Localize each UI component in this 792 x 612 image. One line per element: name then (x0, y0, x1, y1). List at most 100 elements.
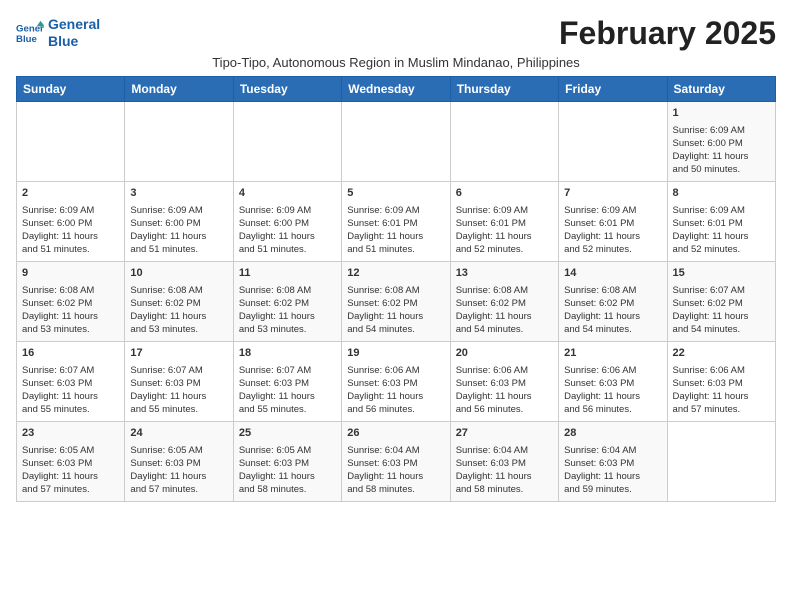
calendar-cell: 15Sunrise: 6:07 AMSunset: 6:02 PMDayligh… (667, 262, 775, 342)
day-info-line: Sunrise: 6:08 AM (239, 284, 336, 297)
day-info-line: and 51 minutes. (22, 243, 119, 256)
calendar-cell: 24Sunrise: 6:05 AMSunset: 6:03 PMDayligh… (125, 422, 233, 502)
day-number: 23 (22, 426, 119, 441)
day-info-line: Sunset: 6:03 PM (456, 457, 553, 470)
day-info-line: and 54 minutes. (564, 323, 661, 336)
day-number: 7 (564, 186, 661, 201)
day-info-line: Daylight: 11 hours (673, 390, 770, 403)
day-number: 16 (22, 346, 119, 361)
day-info-line: Sunset: 6:03 PM (22, 377, 119, 390)
day-info-line: Daylight: 11 hours (456, 390, 553, 403)
day-info-line: Sunset: 6:03 PM (347, 377, 444, 390)
day-info-line: Sunrise: 6:06 AM (673, 364, 770, 377)
header-row: SundayMondayTuesdayWednesdayThursdayFrid… (17, 77, 776, 102)
calendar-cell: 5Sunrise: 6:09 AMSunset: 6:01 PMDaylight… (342, 182, 450, 262)
day-info-line: Daylight: 11 hours (673, 150, 770, 163)
calendar-cell: 19Sunrise: 6:06 AMSunset: 6:03 PMDayligh… (342, 342, 450, 422)
day-info-line: Sunrise: 6:08 AM (22, 284, 119, 297)
day-number: 1 (673, 106, 770, 121)
day-header-saturday: Saturday (667, 77, 775, 102)
week-row-4: 16Sunrise: 6:07 AMSunset: 6:03 PMDayligh… (17, 342, 776, 422)
day-info-line: and 58 minutes. (239, 483, 336, 496)
day-number: 4 (239, 186, 336, 201)
calendar-header: SundayMondayTuesdayWednesdayThursdayFrid… (17, 77, 776, 102)
day-info-line: and 53 minutes. (130, 323, 227, 336)
day-header-sunday: Sunday (17, 77, 125, 102)
day-info-line: Sunset: 6:02 PM (239, 297, 336, 310)
day-info-line: and 53 minutes. (239, 323, 336, 336)
calendar-cell: 8Sunrise: 6:09 AMSunset: 6:01 PMDaylight… (667, 182, 775, 262)
day-info-line: and 54 minutes. (347, 323, 444, 336)
day-info-line: Sunset: 6:03 PM (564, 457, 661, 470)
day-info-line: Sunset: 6:02 PM (564, 297, 661, 310)
day-info-line: Daylight: 11 hours (673, 230, 770, 243)
day-info-line: Sunset: 6:03 PM (22, 457, 119, 470)
day-info-line: Daylight: 11 hours (239, 230, 336, 243)
day-info-line: Sunset: 6:03 PM (130, 457, 227, 470)
day-info-line: and 57 minutes. (130, 483, 227, 496)
day-info-line: Sunrise: 6:05 AM (130, 444, 227, 457)
day-number: 24 (130, 426, 227, 441)
day-number: 3 (130, 186, 227, 201)
calendar-cell: 26Sunrise: 6:04 AMSunset: 6:03 PMDayligh… (342, 422, 450, 502)
calendar-cell: 20Sunrise: 6:06 AMSunset: 6:03 PMDayligh… (450, 342, 558, 422)
day-info-line: Daylight: 11 hours (564, 230, 661, 243)
day-info-line: Daylight: 11 hours (347, 310, 444, 323)
day-header-thursday: Thursday (450, 77, 558, 102)
calendar-cell: 10Sunrise: 6:08 AMSunset: 6:02 PMDayligh… (125, 262, 233, 342)
day-info-line: Sunrise: 6:04 AM (564, 444, 661, 457)
day-info-line: Sunrise: 6:09 AM (130, 204, 227, 217)
day-number: 15 (673, 266, 770, 281)
calendar-cell (559, 102, 667, 182)
day-info-line: Daylight: 11 hours (564, 470, 661, 483)
day-info-line: and 59 minutes. (564, 483, 661, 496)
calendar-cell (125, 102, 233, 182)
calendar-cell: 7 Sunrise: 6:09 AMSunset: 6:01 PMDaylight… (559, 182, 667, 262)
day-number: 8 (673, 186, 770, 201)
day-info-line: Sunrise: 6:08 AM (347, 284, 444, 297)
day-info-line: Sunset: 6:01 PM (564, 217, 661, 230)
day-info-line: Sunrise: 6:09 AM (564, 204, 661, 217)
day-number: 20 (456, 346, 553, 361)
month-title: February 2025 (559, 16, 776, 51)
day-number: 26 (347, 426, 444, 441)
day-info-line: Sunset: 6:03 PM (564, 377, 661, 390)
day-number: 10 (130, 266, 227, 281)
day-info-line: Sunset: 6:03 PM (673, 377, 770, 390)
day-info-line: and 53 minutes. (22, 323, 119, 336)
calendar-cell: 6Sunrise: 6:09 AMSunset: 6:01 PMDaylight… (450, 182, 558, 262)
calendar-cell: 12Sunrise: 6:08 AMSunset: 6:02 PMDayligh… (342, 262, 450, 342)
day-info-line: and 58 minutes. (347, 483, 444, 496)
day-info-line: and 52 minutes. (564, 243, 661, 256)
day-info-line: Sunset: 6:00 PM (673, 137, 770, 150)
calendar-cell: 13Sunrise: 6:08 AMSunset: 6:02 PMDayligh… (450, 262, 558, 342)
calendar-cell: 27Sunrise: 6:04 AMSunset: 6:03 PMDayligh… (450, 422, 558, 502)
day-number: 11 (239, 266, 336, 281)
day-info-line: Sunrise: 6:04 AM (456, 444, 553, 457)
day-info-line: Sunrise: 6:04 AM (347, 444, 444, 457)
day-info-line: Sunrise: 6:09 AM (22, 204, 119, 217)
calendar-cell: 23Sunrise: 6:05 AMSunset: 6:03 PMDayligh… (17, 422, 125, 502)
day-header-tuesday: Tuesday (233, 77, 341, 102)
day-info-line: Sunrise: 6:06 AM (564, 364, 661, 377)
day-info-line: and 58 minutes. (456, 483, 553, 496)
day-number: 27 (456, 426, 553, 441)
calendar-cell (450, 102, 558, 182)
day-info-line: Daylight: 11 hours (347, 470, 444, 483)
day-number: 2 (22, 186, 119, 201)
day-info-line: Sunset: 6:03 PM (239, 377, 336, 390)
logo-line1: General (48, 16, 100, 32)
day-number: 25 (239, 426, 336, 441)
calendar-cell: 4Sunrise: 6:09 AMSunset: 6:00 PMDaylight… (233, 182, 341, 262)
day-info-line: Sunrise: 6:09 AM (673, 124, 770, 137)
day-info-line: Sunset: 6:01 PM (673, 217, 770, 230)
calendar-cell: 9Sunrise: 6:08 AMSunset: 6:02 PMDaylight… (17, 262, 125, 342)
day-number: 14 (564, 266, 661, 281)
day-info-line: Sunrise: 6:09 AM (239, 204, 336, 217)
day-info-line: Daylight: 11 hours (456, 230, 553, 243)
day-info-line: Daylight: 11 hours (130, 230, 227, 243)
day-number: 22 (673, 346, 770, 361)
day-info-line: Daylight: 11 hours (239, 310, 336, 323)
day-info-line: and 55 minutes. (22, 403, 119, 416)
day-info-line: and 57 minutes. (22, 483, 119, 496)
